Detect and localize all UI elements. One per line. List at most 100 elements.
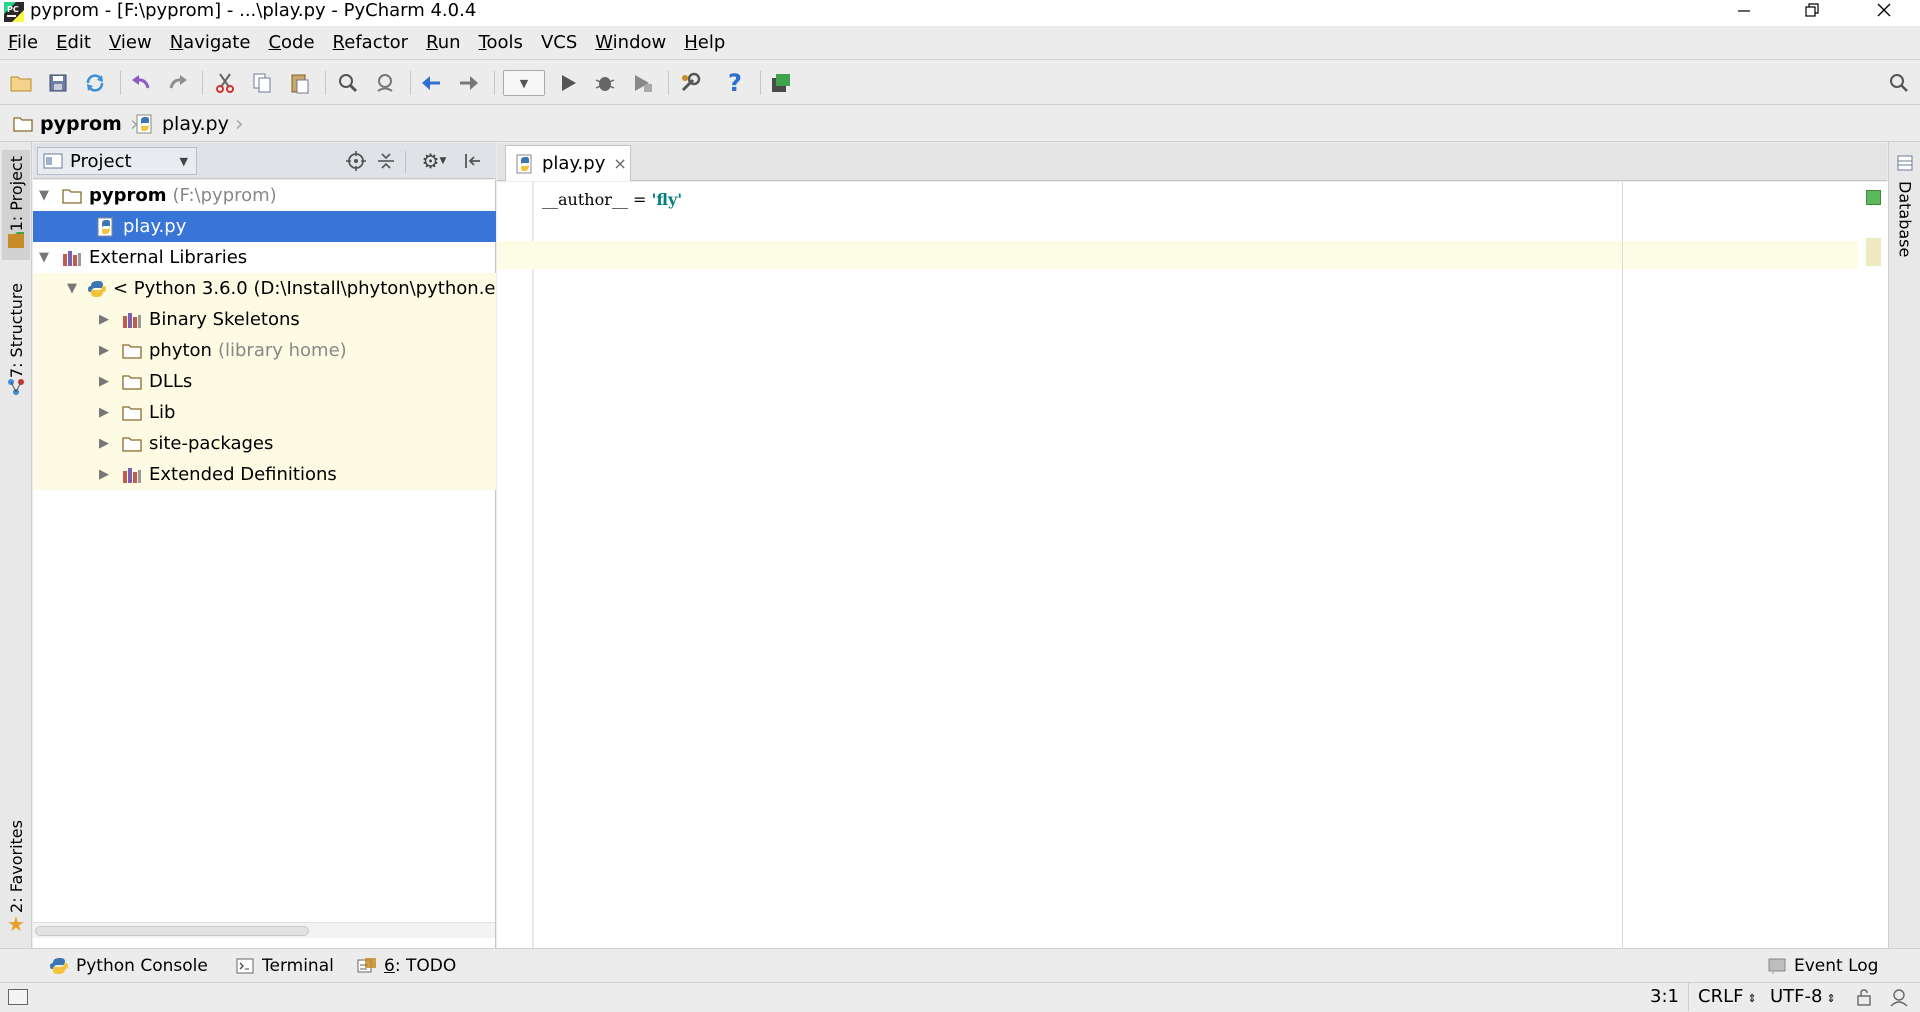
- expand-right-icon: ▶: [99, 312, 109, 327]
- help-icon[interactable]: ?: [722, 69, 748, 97]
- tree-node-binary-skeletons[interactable]: ▶ Binary Skeletons: [33, 304, 496, 335]
- menu-file[interactable]: File: [8, 26, 38, 60]
- settings-wrench-icon[interactable]: [677, 70, 703, 96]
- project-tree: ▼ pyprom (F:\pyprom) play.py ▼ External …: [33, 180, 496, 948]
- tab-structure-label: 7: Structure: [6, 282, 26, 379]
- external-libraries-label: External Libraries: [89, 247, 248, 268]
- toggle-tool-windows-icon[interactable]: [8, 989, 28, 1005]
- menu-tools[interactable]: Tools: [479, 26, 523, 60]
- chevron-updown-icon: ⇕: [1826, 992, 1836, 1005]
- back-arrow-icon[interactable]: [418, 70, 444, 96]
- gear-icon[interactable]: ⚙ ▼: [417, 148, 451, 174]
- close-button[interactable]: [1856, 0, 1912, 24]
- tab-database[interactable]: Database: [1891, 154, 1919, 274]
- editor-gutter[interactable]: [497, 182, 533, 948]
- inspector-icon[interactable]: [1888, 987, 1910, 1012]
- tree-node-extended-definitions[interactable]: ▶ Extended Definitions: [33, 459, 496, 490]
- menu-window[interactable]: Window: [595, 26, 666, 60]
- phyton-hint: (library home): [217, 340, 347, 361]
- cut-icon[interactable]: [212, 70, 238, 96]
- vcs-update-icon[interactable]: [768, 70, 794, 96]
- hide-panel-icon[interactable]: [459, 148, 485, 174]
- event-log-icon: [1766, 955, 1788, 977]
- python-file-icon: [134, 113, 156, 135]
- folder-icon: [121, 371, 143, 393]
- minimize-button[interactable]: [1716, 0, 1772, 24]
- error-stripe: [1858, 182, 1888, 948]
- sync-icon[interactable]: [82, 70, 108, 96]
- restore-icon: [1804, 2, 1820, 23]
- dlls-label: DLLs: [149, 371, 193, 392]
- todo-button[interactable]: 6: TODO: [356, 955, 456, 977]
- search-everywhere-icon[interactable]: [1886, 70, 1912, 96]
- project-view-selector[interactable]: Project ▼: [37, 147, 197, 175]
- replace-icon[interactable]: [372, 70, 398, 96]
- collapse-all-icon[interactable]: [373, 148, 399, 174]
- save-icon[interactable]: [45, 70, 71, 96]
- copy-icon[interactable]: [249, 70, 275, 96]
- breadcrumb-file[interactable]: play.py ›: [134, 112, 244, 137]
- lock-icon[interactable]: [1856, 988, 1872, 1011]
- code-editor[interactable]: [534, 182, 1858, 948]
- horizontal-scrollbar[interactable]: [33, 922, 495, 938]
- tree-node-python-sdk[interactable]: ▼ < Python 3.6.0 (D:\Install\phyton\pyth…: [33, 273, 496, 304]
- tree-node-root[interactable]: ▼ pyprom (F:\pyprom): [33, 180, 496, 211]
- inspection-ok-icon[interactable]: [1866, 190, 1881, 205]
- status-bar: 3:1 CRLF ⇕ UTF-8 ⇕: [0, 982, 1920, 1012]
- line-separator[interactable]: CRLF ⇕: [1698, 986, 1757, 1007]
- code-string: 'fly': [651, 190, 683, 209]
- tree-node-dlls[interactable]: ▶ DLLs: [33, 366, 496, 397]
- open-folder-icon[interactable]: [8, 70, 34, 96]
- menu-navigate[interactable]: Navigate: [170, 26, 251, 60]
- find-icon[interactable]: [335, 70, 361, 96]
- restore-button[interactable]: [1784, 0, 1840, 24]
- breadcrumb-project[interactable]: pyprom ›: [12, 112, 139, 137]
- scrollbar-thumb[interactable]: [35, 926, 309, 936]
- terminal-label: Terminal: [262, 956, 334, 976]
- debug-icon[interactable]: [592, 70, 618, 96]
- code-operator: =: [627, 190, 652, 209]
- menu-vcs[interactable]: VCS: [541, 26, 577, 60]
- folder-icon: [121, 433, 143, 455]
- tab-favorites-label: 2: Favorites: [6, 819, 26, 913]
- redo-icon[interactable]: [165, 70, 191, 96]
- tab-project[interactable]: 1: Project: [2, 150, 30, 260]
- root-path: (F:\pyprom): [172, 185, 277, 206]
- tab-favorites[interactable]: 2: Favorites ★: [2, 818, 30, 938]
- todo-label: : TODO: [394, 956, 457, 976]
- paste-icon[interactable]: [287, 70, 313, 96]
- window-title: pyprom - [F:\pyprom] - ...\play.py - PyC…: [30, 0, 477, 21]
- menu-edit[interactable]: Edit: [56, 26, 91, 60]
- editor-tab-label: play.py: [542, 153, 606, 174]
- menu-help[interactable]: Help: [684, 26, 725, 60]
- bottom-tool-bar: Python Console Terminal 6: TODO Event Lo…: [0, 948, 1920, 982]
- tree-node-external-libraries[interactable]: ▼ External Libraries: [33, 242, 496, 273]
- locate-icon[interactable]: [343, 148, 369, 174]
- tree-node-phyton[interactable]: ▶ phyton (library home): [33, 335, 496, 366]
- python-console-button[interactable]: Python Console: [48, 955, 208, 977]
- undo-icon[interactable]: [128, 70, 154, 96]
- site-packages-label: site-packages: [149, 433, 274, 454]
- menu-view[interactable]: View: [109, 26, 152, 60]
- run-icon[interactable]: [555, 70, 581, 96]
- tab-project-label: 1: Project: [6, 155, 26, 232]
- folder-icon: [12, 113, 34, 135]
- menu-code[interactable]: Code: [268, 26, 314, 60]
- code-line-1[interactable]: __author__ = 'fly': [542, 190, 682, 209]
- run-coverage-icon[interactable]: [629, 70, 655, 96]
- close-tab-icon[interactable]: ×: [613, 154, 626, 173]
- forward-arrow-icon[interactable]: [456, 70, 482, 96]
- file-encoding[interactable]: UTF-8 ⇕: [1770, 986, 1836, 1007]
- caret-position[interactable]: 3:1: [1650, 986, 1679, 1007]
- tree-node-lib[interactable]: ▶ Lib: [33, 397, 496, 428]
- tree-node-site-packages[interactable]: ▶ site-packages: [33, 428, 496, 459]
- tree-node-play-py[interactable]: play.py: [33, 211, 496, 242]
- run-config-dropdown[interactable]: ▼: [503, 70, 545, 96]
- menu-run[interactable]: Run: [426, 26, 461, 60]
- tab-structure[interactable]: 7: Structure: [2, 282, 30, 402]
- expand-down-icon: ▼: [39, 188, 49, 203]
- editor-tab-play-py[interactable]: play.py ×: [505, 145, 631, 181]
- menu-refactor[interactable]: Refactor: [333, 26, 409, 60]
- event-log-button[interactable]: Event Log: [1766, 955, 1878, 977]
- terminal-button[interactable]: Terminal: [234, 955, 334, 977]
